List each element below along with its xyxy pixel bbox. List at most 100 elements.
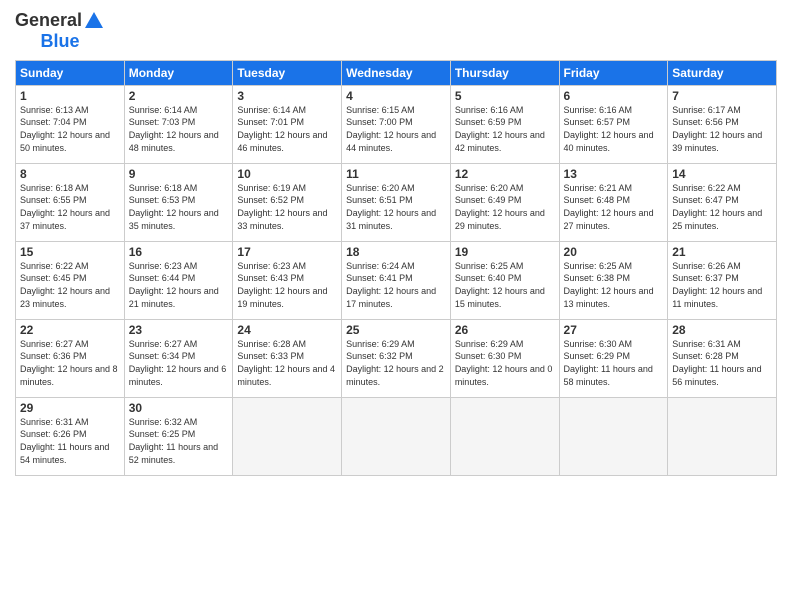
day-info: Sunrise: 6:17 AM Sunset: 6:56 PM Dayligh… [672, 104, 772, 154]
day-info: Sunrise: 6:14 AM Sunset: 7:01 PM Dayligh… [237, 104, 337, 154]
day-number: 1 [20, 89, 120, 103]
day-number: 9 [129, 167, 229, 181]
calendar-day: 24 Sunrise: 6:28 AM Sunset: 6:33 PM Dayl… [233, 319, 342, 397]
day-number: 14 [672, 167, 772, 181]
logo-blue: Blue [41, 32, 80, 52]
calendar-day: 14 Sunrise: 6:22 AM Sunset: 6:47 PM Dayl… [668, 163, 777, 241]
calendar-day [342, 397, 451, 475]
day-info: Sunrise: 6:30 AM Sunset: 6:29 PM Dayligh… [564, 338, 664, 388]
calendar-day: 6 Sunrise: 6:16 AM Sunset: 6:57 PM Dayli… [559, 85, 668, 163]
day-number: 21 [672, 245, 772, 259]
day-info: Sunrise: 6:29 AM Sunset: 6:32 PM Dayligh… [346, 338, 446, 388]
day-info: Sunrise: 6:31 AM Sunset: 6:28 PM Dayligh… [672, 338, 772, 388]
calendar-day [450, 397, 559, 475]
day-info: Sunrise: 6:23 AM Sunset: 6:43 PM Dayligh… [237, 260, 337, 310]
day-info: Sunrise: 6:18 AM Sunset: 6:55 PM Dayligh… [20, 182, 120, 232]
calendar-week-4: 22 Sunrise: 6:27 AM Sunset: 6:36 PM Dayl… [16, 319, 777, 397]
day-info: Sunrise: 6:19 AM Sunset: 6:52 PM Dayligh… [237, 182, 337, 232]
day-info: Sunrise: 6:26 AM Sunset: 6:37 PM Dayligh… [672, 260, 772, 310]
day-number: 10 [237, 167, 337, 181]
day-number: 26 [455, 323, 555, 337]
calendar-day: 10 Sunrise: 6:19 AM Sunset: 6:52 PM Dayl… [233, 163, 342, 241]
day-info: Sunrise: 6:23 AM Sunset: 6:44 PM Dayligh… [129, 260, 229, 310]
day-info: Sunrise: 6:16 AM Sunset: 6:59 PM Dayligh… [455, 104, 555, 154]
calendar-day: 27 Sunrise: 6:30 AM Sunset: 6:29 PM Dayl… [559, 319, 668, 397]
day-number: 29 [20, 401, 120, 415]
day-number: 30 [129, 401, 229, 415]
calendar-day: 16 Sunrise: 6:23 AM Sunset: 6:44 PM Dayl… [124, 241, 233, 319]
calendar-day: 21 Sunrise: 6:26 AM Sunset: 6:37 PM Dayl… [668, 241, 777, 319]
day-number: 13 [564, 167, 664, 181]
calendar-day: 8 Sunrise: 6:18 AM Sunset: 6:55 PM Dayli… [16, 163, 125, 241]
calendar-week-5: 29 Sunrise: 6:31 AM Sunset: 6:26 PM Dayl… [16, 397, 777, 475]
calendar-week-2: 8 Sunrise: 6:18 AM Sunset: 6:55 PM Dayli… [16, 163, 777, 241]
calendar-week-1: 1 Sunrise: 6:13 AM Sunset: 7:04 PM Dayli… [16, 85, 777, 163]
day-header-tuesday: Tuesday [233, 60, 342, 85]
day-number: 4 [346, 89, 446, 103]
calendar-day: 22 Sunrise: 6:27 AM Sunset: 6:36 PM Dayl… [16, 319, 125, 397]
calendar-day: 26 Sunrise: 6:29 AM Sunset: 6:30 PM Dayl… [450, 319, 559, 397]
calendar-day: 11 Sunrise: 6:20 AM Sunset: 6:51 PM Dayl… [342, 163, 451, 241]
calendar-day: 9 Sunrise: 6:18 AM Sunset: 6:53 PM Dayli… [124, 163, 233, 241]
day-info: Sunrise: 6:25 AM Sunset: 6:40 PM Dayligh… [455, 260, 555, 310]
day-number: 15 [20, 245, 120, 259]
day-number: 6 [564, 89, 664, 103]
day-header-monday: Monday [124, 60, 233, 85]
day-info: Sunrise: 6:14 AM Sunset: 7:03 PM Dayligh… [129, 104, 229, 154]
day-number: 27 [564, 323, 664, 337]
day-header-saturday: Saturday [668, 60, 777, 85]
day-number: 3 [237, 89, 337, 103]
day-header-wednesday: Wednesday [342, 60, 451, 85]
day-info: Sunrise: 6:16 AM Sunset: 6:57 PM Dayligh… [564, 104, 664, 154]
day-number: 11 [346, 167, 446, 181]
day-number: 5 [455, 89, 555, 103]
day-info: Sunrise: 6:29 AM Sunset: 6:30 PM Dayligh… [455, 338, 555, 388]
calendar-day: 19 Sunrise: 6:25 AM Sunset: 6:40 PM Dayl… [450, 241, 559, 319]
calendar-body: 1 Sunrise: 6:13 AM Sunset: 7:04 PM Dayli… [16, 85, 777, 475]
day-info: Sunrise: 6:31 AM Sunset: 6:26 PM Dayligh… [20, 416, 120, 466]
calendar-day: 23 Sunrise: 6:27 AM Sunset: 6:34 PM Dayl… [124, 319, 233, 397]
day-info: Sunrise: 6:22 AM Sunset: 6:47 PM Dayligh… [672, 182, 772, 232]
logo: General Blue [15, 10, 105, 52]
calendar-day: 20 Sunrise: 6:25 AM Sunset: 6:38 PM Dayl… [559, 241, 668, 319]
calendar-day: 5 Sunrise: 6:16 AM Sunset: 6:59 PM Dayli… [450, 85, 559, 163]
calendar-day: 12 Sunrise: 6:20 AM Sunset: 6:49 PM Dayl… [450, 163, 559, 241]
calendar-day: 18 Sunrise: 6:24 AM Sunset: 6:41 PM Dayl… [342, 241, 451, 319]
calendar-day: 3 Sunrise: 6:14 AM Sunset: 7:01 PM Dayli… [233, 85, 342, 163]
calendar-day [559, 397, 668, 475]
calendar-day: 15 Sunrise: 6:22 AM Sunset: 6:45 PM Dayl… [16, 241, 125, 319]
day-number: 22 [20, 323, 120, 337]
day-info: Sunrise: 6:32 AM Sunset: 6:25 PM Dayligh… [129, 416, 229, 466]
day-info: Sunrise: 6:24 AM Sunset: 6:41 PM Dayligh… [346, 260, 446, 310]
main-container: General Blue SundayMondayTuesdayWednesda… [0, 0, 792, 486]
day-number: 16 [129, 245, 229, 259]
calendar-day: 30 Sunrise: 6:32 AM Sunset: 6:25 PM Dayl… [124, 397, 233, 475]
calendar-day: 17 Sunrise: 6:23 AM Sunset: 6:43 PM Dayl… [233, 241, 342, 319]
day-info: Sunrise: 6:13 AM Sunset: 7:04 PM Dayligh… [20, 104, 120, 154]
logo-icon [83, 10, 105, 32]
day-info: Sunrise: 6:22 AM Sunset: 6:45 PM Dayligh… [20, 260, 120, 310]
day-header-friday: Friday [559, 60, 668, 85]
calendar-day: 13 Sunrise: 6:21 AM Sunset: 6:48 PM Dayl… [559, 163, 668, 241]
day-number: 2 [129, 89, 229, 103]
calendar-day: 4 Sunrise: 6:15 AM Sunset: 7:00 PM Dayli… [342, 85, 451, 163]
day-info: Sunrise: 6:15 AM Sunset: 7:00 PM Dayligh… [346, 104, 446, 154]
day-number: 7 [672, 89, 772, 103]
day-number: 20 [564, 245, 664, 259]
day-number: 23 [129, 323, 229, 337]
calendar-day [668, 397, 777, 475]
day-number: 12 [455, 167, 555, 181]
day-info: Sunrise: 6:25 AM Sunset: 6:38 PM Dayligh… [564, 260, 664, 310]
day-number: 8 [20, 167, 120, 181]
calendar-day: 28 Sunrise: 6:31 AM Sunset: 6:28 PM Dayl… [668, 319, 777, 397]
day-info: Sunrise: 6:27 AM Sunset: 6:34 PM Dayligh… [129, 338, 229, 388]
calendar-day: 7 Sunrise: 6:17 AM Sunset: 6:56 PM Dayli… [668, 85, 777, 163]
day-info: Sunrise: 6:21 AM Sunset: 6:48 PM Dayligh… [564, 182, 664, 232]
logo-general: General [15, 10, 82, 30]
day-number: 24 [237, 323, 337, 337]
day-number: 19 [455, 245, 555, 259]
calendar-header-row: SundayMondayTuesdayWednesdayThursdayFrid… [16, 60, 777, 85]
calendar-week-3: 15 Sunrise: 6:22 AM Sunset: 6:45 PM Dayl… [16, 241, 777, 319]
day-info: Sunrise: 6:28 AM Sunset: 6:33 PM Dayligh… [237, 338, 337, 388]
day-info: Sunrise: 6:18 AM Sunset: 6:53 PM Dayligh… [129, 182, 229, 232]
